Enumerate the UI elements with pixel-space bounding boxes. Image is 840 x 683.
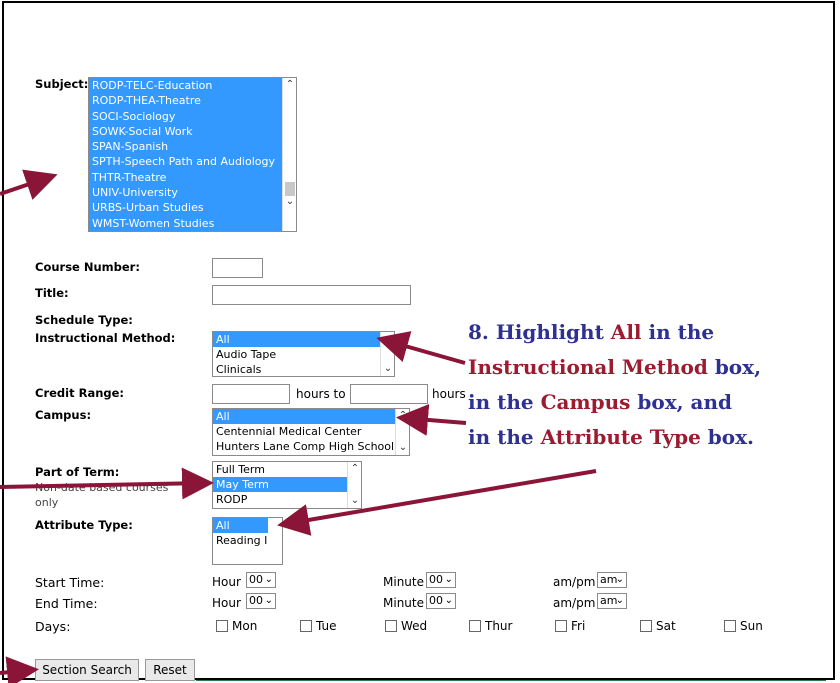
arrow-to-part-of-term [0, 467, 214, 500]
annotation-arrows [0, 169, 597, 683]
arrow-to-instructional-method [376, 331, 466, 365]
arrow-to-section-search [0, 656, 39, 683]
arrow-to-subject [0, 169, 58, 200]
arrow-to-attribute-type [277, 469, 597, 536]
arrow-to-campus [396, 403, 467, 436]
